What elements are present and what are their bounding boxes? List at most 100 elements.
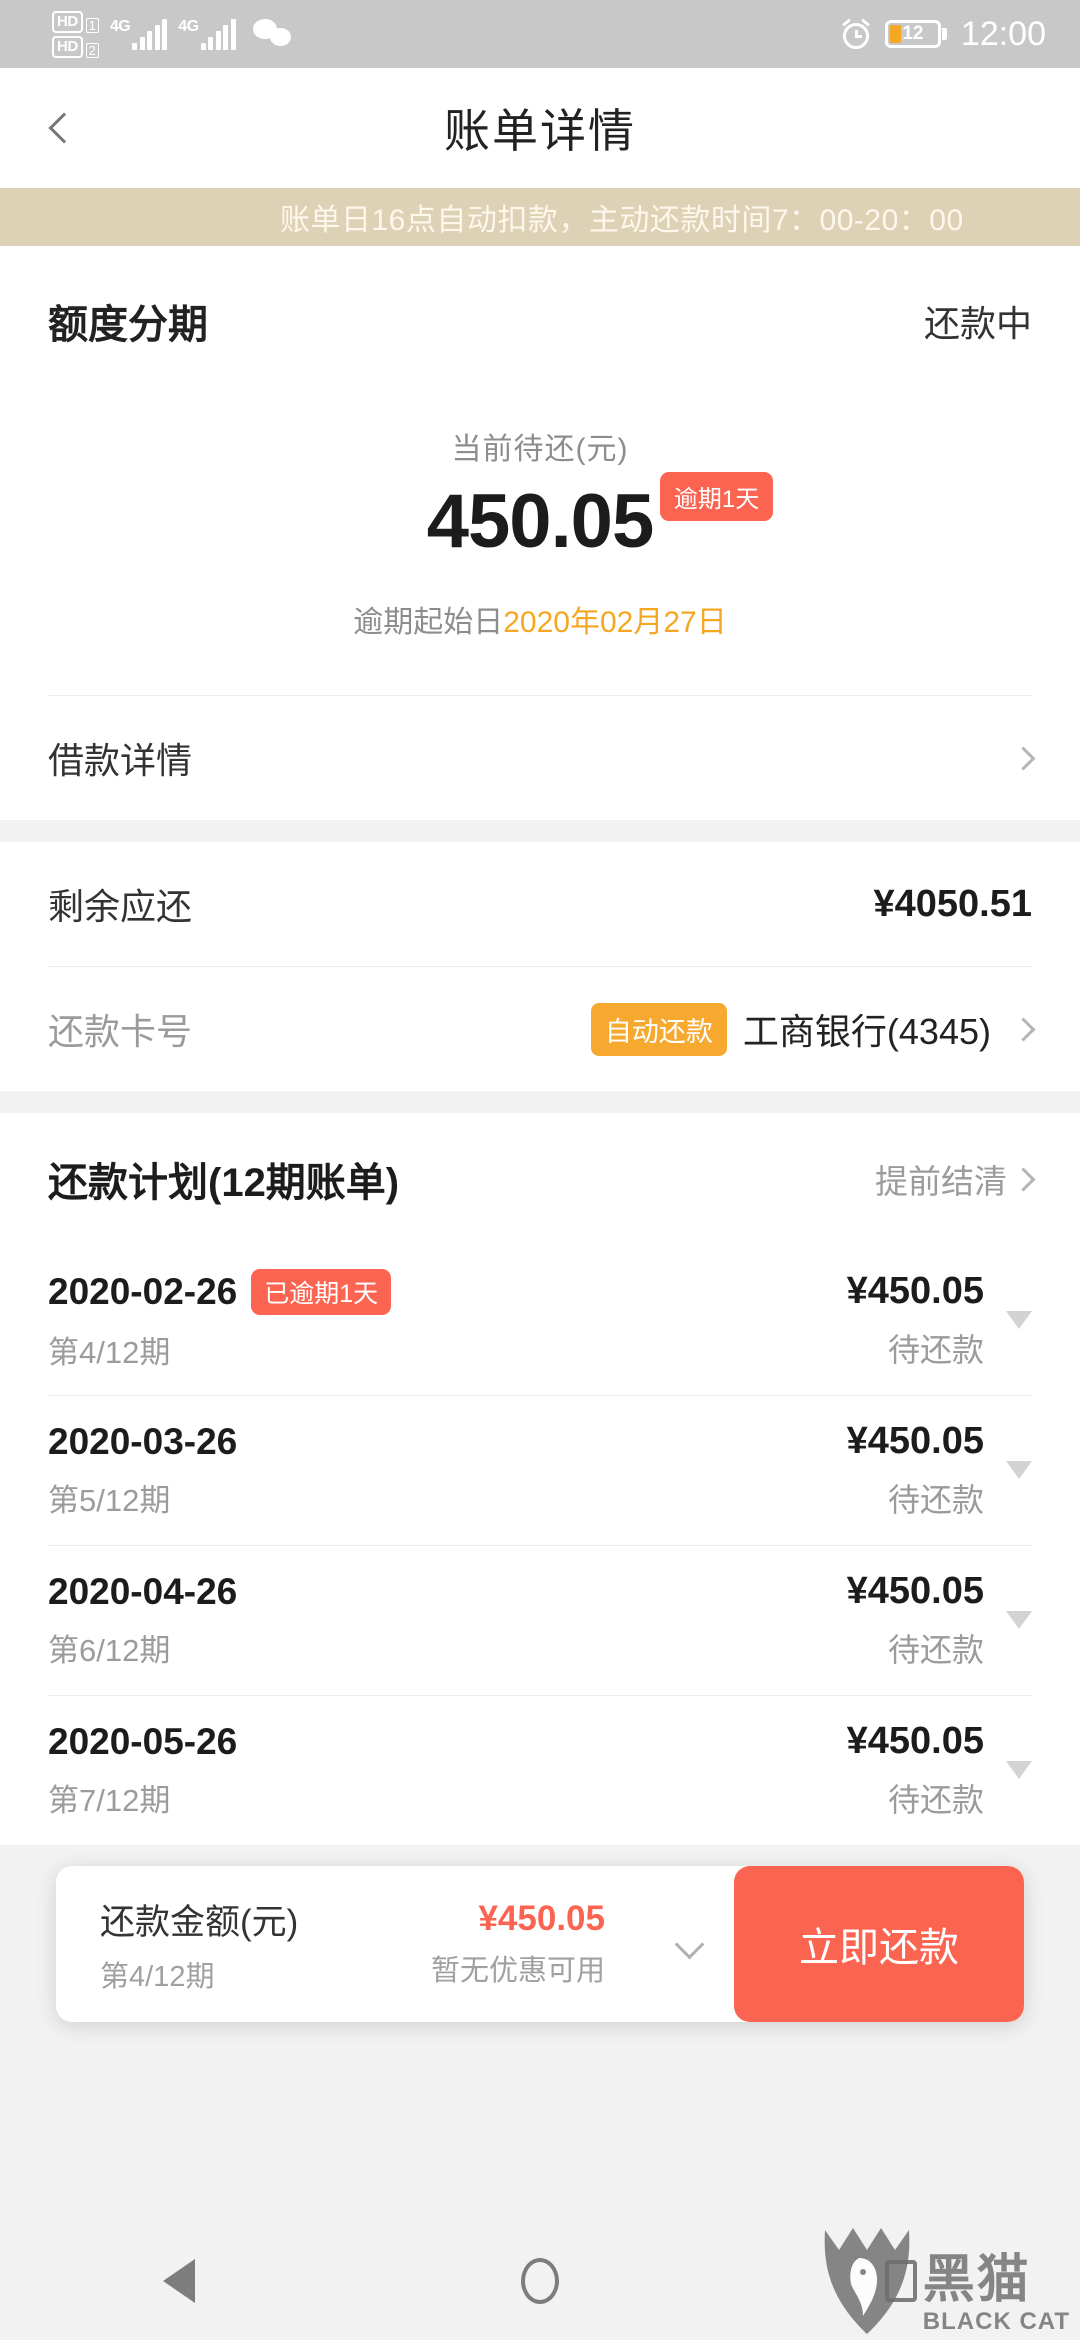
sim1-number: 1 — [85, 17, 99, 33]
loan-detail-row[interactable]: 借款详情 — [0, 696, 1080, 820]
wechat-icon — [252, 19, 297, 49]
repay-value-block: ¥450.05 暂无优惠可用 — [431, 1899, 605, 1989]
app-header: 账单详情 — [0, 68, 1080, 188]
notice-banner: 账单日16点自动扣款，主动还款时间7：00-20：00 — [0, 188, 1080, 246]
signal-group-sim1: 4G — [109, 18, 168, 50]
installment-state: 待还款 — [887, 1781, 984, 1818]
notice-text: 账单日16点自动扣款，主动还款时间7：00-20：00 — [280, 204, 964, 237]
sim2-number: 2 — [85, 42, 99, 58]
battery-percent: 12 — [902, 23, 924, 44]
chevron-down-icon[interactable] — [674, 1929, 705, 1959]
overdue-start-label: 逾期起始日 — [353, 606, 504, 639]
chevron-right-icon — [1011, 1016, 1036, 1042]
chevron-right-icon — [1011, 1166, 1036, 1192]
repay-card-row[interactable]: 还款卡号 自动还款 工商银行(4345) — [0, 967, 1080, 1091]
watermark: 黑猫 BLACK CAT — [819, 2224, 1070, 2336]
remaining-row: 剩余应还 ¥4050.51 — [0, 842, 1080, 966]
amount-section: 当前待还(元) 450.05 逾期1天 逾期起始日2020年02月27日 — [0, 356, 1080, 695]
early-settle-label: 提前结清 — [875, 1163, 1007, 1200]
signal-group-sim2: 4G — [178, 18, 236, 50]
repay-amount-label: 还款金额(元) — [100, 1902, 299, 1942]
back-button[interactable] — [34, 98, 94, 158]
signal-bars-sim1 — [132, 19, 168, 50]
installment-term: 第6/12期 — [48, 1632, 171, 1668]
installment-term: 第5/12期 — [48, 1482, 171, 1518]
network-type-sim1: 4G — [109, 18, 131, 35]
installment-left: 2020-04-26 第6/12期 — [48, 1571, 237, 1670]
installment-amount: ¥450.05 — [846, 1419, 984, 1462]
plan-header: 还款计划(12期账单) 提前结清 — [0, 1113, 1080, 1245]
amount-value: 450.05 — [426, 479, 654, 564]
section-gap — [0, 1091, 1080, 1113]
info-card: 剩余应还 ¥4050.51 还款卡号 自动还款 工商银行(4345) — [0, 842, 1080, 1091]
repay-card-label: 还款卡号 — [48, 1011, 193, 1052]
installment-row[interactable]: 2020-04-26 第6/12期 ¥450.05 待还款 — [0, 1545, 1080, 1695]
section-gap — [0, 820, 1080, 842]
loan-detail-label: 借款详情 — [48, 740, 193, 781]
plan-title: 还款计划(12期账单) — [48, 1161, 400, 1205]
installment-state: 待还款 — [887, 1331, 984, 1368]
repay-term: 第4/12期 — [100, 1960, 215, 1993]
watermark-text: 黑猫 BLACK CAT — [923, 2252, 1070, 2336]
installment-term: 第4/12期 — [48, 1334, 171, 1370]
repay-amount-block: 还款金额(元) 第4/12期 — [100, 1894, 298, 1995]
summary-status: 还款中 — [923, 303, 1032, 344]
triangle-back-icon[interactable] — [163, 2259, 195, 2303]
repay-card-value: 工商银行(4345) — [742, 1011, 991, 1052]
circle-home-icon[interactable] — [521, 2258, 559, 2304]
repay-coupon-text: 暂无优惠可用 — [430, 1955, 605, 1987]
chevron-down-icon[interactable] — [1006, 1461, 1032, 1479]
installment-date: 2020-02-26 — [48, 1270, 238, 1312]
signal-bars-sim2 — [200, 19, 236, 50]
chevron-down-icon[interactable] — [1006, 1761, 1032, 1779]
repayment-plan-card: 还款计划(12期账单) 提前结清 2020-02-26 已逾期1天 第4/12期… — [0, 1113, 1080, 1845]
installment-date-line: 2020-04-26 — [48, 1571, 237, 1613]
watermark-cn: 黑猫 — [922, 2251, 1031, 2309]
overdue-start-line: 逾期起始日2020年02月27日 — [0, 597, 1080, 695]
installment-date-line: 2020-02-26 已逾期1天 — [48, 1268, 392, 1315]
phone-screen: HD 1 HD 2 4G 4G 12 12:00 账单详情 账单日16点自动扣款… — [0, 0, 1080, 2340]
installment-row[interactable]: 2020-05-26 第7/12期 ¥450.05 待还款 — [0, 1695, 1080, 1845]
installment-row[interactable]: 2020-02-26 已逾期1天 第4/12期 ¥450.05 待还款 — [0, 1245, 1080, 1395]
installment-date: 2020-05-26 — [48, 1720, 238, 1762]
installment-left: 2020-03-26 第5/12期 — [48, 1421, 237, 1520]
auto-repay-badge: 自动还款 — [590, 1002, 727, 1056]
installment-date-line: 2020-05-26 — [48, 1721, 237, 1763]
installment-state: 待还款 — [887, 1481, 984, 1518]
installment-left: 2020-05-26 第7/12期 — [48, 1721, 237, 1820]
installment-row[interactable]: 2020-03-26 第5/12期 ¥450.05 待还款 — [0, 1395, 1080, 1545]
status-bar: HD 1 HD 2 4G 4G 12 12:00 — [0, 0, 1080, 68]
repay-now-button[interactable]: 立即还款 — [734, 1866, 1024, 2022]
summary-card: 额度分期 还款中 当前待还(元) 450.05 逾期1天 逾期起始日2020年0… — [0, 246, 1080, 820]
installment-right: ¥450.05 待还款 — [847, 1570, 1032, 1671]
black-cat-logo-icon — [824, 2228, 910, 2334]
repay-action-panel: 还款金额(元) 第4/12期 ¥450.05 暂无优惠可用 立即还款 — [56, 1866, 1024, 2022]
status-bar-right: 12 12:00 — [841, 15, 1046, 54]
remaining-value: ¥4050.51 — [873, 882, 1033, 925]
installment-amount: ¥450.05 — [846, 1269, 984, 1312]
watermark-en: BLACK CAT — [922, 2308, 1070, 2335]
installment-date-line: 2020-03-26 — [48, 1421, 237, 1463]
repay-panel-info[interactable]: 还款金额(元) 第4/12期 ¥450.05 暂无优惠可用 — [56, 1866, 734, 2022]
chevron-down-icon[interactable] — [1006, 1611, 1032, 1629]
hd-indicators: HD 1 HD 2 — [52, 10, 99, 58]
summary-title: 额度分期 — [48, 303, 208, 347]
chevron-down-icon[interactable] — [1006, 1311, 1032, 1329]
installment-right: ¥450.05 待还款 — [847, 1270, 1032, 1371]
remaining-label: 剩余应还 — [48, 886, 193, 927]
page-title: 账单详情 — [444, 105, 636, 157]
hd-icon-sim2: HD — [52, 35, 83, 58]
installment-amount: ¥450.05 — [846, 1719, 984, 1762]
early-settle-link[interactable]: 提前结清 — [875, 1155, 1036, 1203]
installment-left: 2020-02-26 已逾期1天 第4/12期 — [48, 1268, 392, 1372]
installment-right: ¥450.05 待还款 — [847, 1720, 1032, 1821]
installment-date: 2020-03-26 — [48, 1420, 238, 1462]
installment-term: 第7/12期 — [48, 1782, 171, 1818]
installment-date: 2020-04-26 — [48, 1570, 238, 1612]
repay-amount-value: ¥450.05 — [478, 1899, 605, 1938]
overdue-start-date: 2020年02月27日 — [503, 606, 727, 639]
status-bar-clock: 12:00 — [960, 14, 1046, 53]
installment-right: ¥450.05 待还款 — [847, 1420, 1032, 1521]
alarm-icon — [841, 18, 871, 49]
installment-state: 待还款 — [887, 1631, 984, 1668]
